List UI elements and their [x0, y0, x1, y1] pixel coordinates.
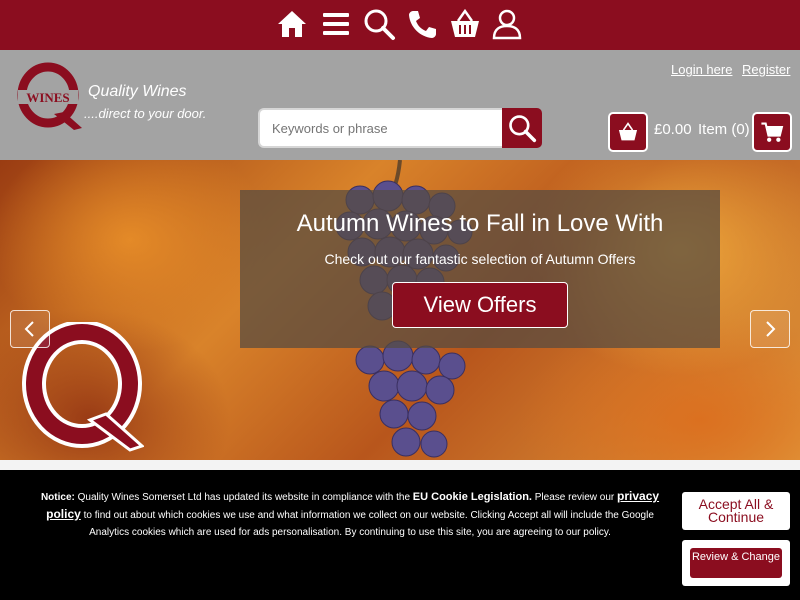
search-icon — [509, 115, 537, 143]
hero-banner: Autumn Wines to Fall in Love With Check … — [0, 160, 800, 460]
cookie-banner: Notice: Quality Wines Somerset Ltd has u… — [0, 470, 800, 600]
logo-text: WINES — [26, 90, 69, 105]
carousel-next-button[interactable] — [750, 310, 790, 348]
login-link[interactable]: Login here — [671, 62, 732, 77]
menu-icon[interactable] — [319, 7, 353, 41]
search-icon[interactable] — [362, 7, 396, 41]
review-change-container: Review & Change — [682, 540, 790, 586]
hero-title: Autumn Wines to Fall in Love With — [296, 210, 664, 237]
search-button[interactable] — [502, 108, 542, 148]
cookie-notice-text: Notice: Quality Wines Somerset Ltd has u… — [30, 488, 670, 541]
sub-tagline: ....direct to your door. — [84, 106, 207, 121]
carousel-prev-button[interactable] — [10, 310, 50, 348]
chevron-left-icon — [24, 321, 34, 337]
review-change-button[interactable]: Review & Change — [690, 548, 782, 578]
cart-button[interactable] — [752, 112, 792, 152]
site-header: WINES Quality Wines ....direct to your d… — [0, 50, 800, 160]
cart-total[interactable]: £0.00 — [654, 121, 692, 138]
register-link[interactable]: Register — [742, 62, 790, 77]
basket-button[interactable] — [608, 112, 648, 152]
basket-icon — [618, 122, 638, 141]
tagline: Quality Wines — [88, 83, 187, 100]
notice-label: Notice: — [40, 492, 75, 503]
cart-item-count[interactable]: Item (0) — [698, 121, 750, 138]
accept-all-button[interactable]: Accept All & Continue — [682, 492, 790, 530]
cookie-text-2: Please review our — [534, 492, 615, 503]
hero-subtitle: Check out our fantastic selection of Aut… — [324, 251, 636, 267]
top-icon-bar — [0, 0, 800, 50]
phone-icon[interactable] — [405, 7, 439, 41]
search-input[interactable] — [258, 108, 502, 148]
cookie-text-3: to find out about which cookies we use a… — [83, 510, 654, 538]
content-strip — [0, 460, 800, 470]
cart-icon — [761, 122, 784, 142]
eu-cookie-legislation: EU Cookie Legislation. — [412, 491, 532, 503]
site-logo[interactable]: WINES — [12, 62, 84, 132]
view-offers-button[interactable]: View Offers — [392, 282, 568, 328]
chevron-right-icon — [766, 321, 776, 337]
hero-overlay: Autumn Wines to Fall in Love With Check … — [240, 190, 720, 348]
home-icon[interactable] — [275, 7, 309, 41]
account-icon[interactable] — [490, 7, 524, 41]
cookie-text-1: Quality Wines Somerset Ltd has updated i… — [77, 492, 411, 503]
basket-icon[interactable] — [448, 7, 482, 41]
